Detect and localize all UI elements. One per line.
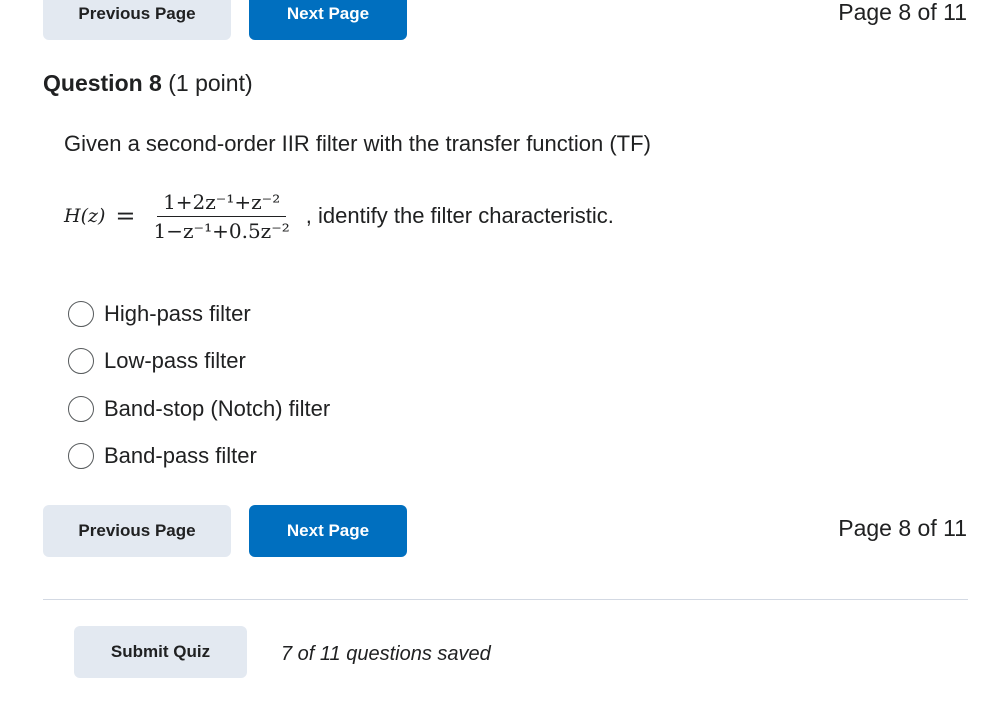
formula-fraction: 1+2z⁻¹+z⁻² 1−z⁻¹+0.5z⁻² (150, 190, 294, 243)
transfer-function-formula: H(z) = 1+2z⁻¹+z⁻² 1−z⁻¹+0.5z⁻² , identif… (64, 186, 614, 246)
option-label: Band-pass filter (104, 443, 257, 469)
radio-button[interactable] (68, 348, 94, 375)
radio-button[interactable] (68, 443, 94, 470)
formula-equals: = (115, 202, 136, 230)
question-title: Question 8 (1 point) (43, 70, 253, 97)
formula-numerator: 1+2z⁻¹+z⁻² (157, 190, 287, 217)
formula-lhs: H(z) (64, 205, 106, 227)
option-label: High-pass filter (104, 300, 251, 326)
next-page-button-top[interactable]: Next Page (249, 0, 407, 40)
formula-denominator: 1−z⁻¹+0.5z⁻² (153, 218, 290, 243)
previous-page-button-bottom[interactable]: Previous Page (43, 505, 231, 557)
option-low-pass[interactable]: Low-pass filter (68, 338, 330, 386)
page-indicator-bottom: Page 8 of 11 (838, 515, 967, 541)
page-indicator-top: Page 8 of 11 (838, 0, 967, 25)
option-label: Low-pass filter (104, 348, 246, 374)
next-page-button-bottom[interactable]: Next Page (249, 505, 407, 557)
question-points: (1 point) (168, 70, 253, 96)
question-text: Given a second-order IIR filter with the… (64, 131, 651, 156)
radio-button[interactable] (68, 300, 94, 327)
saved-status-text: 7 of 11 questions saved (281, 643, 491, 665)
answer-options: High-pass filter Low-pass filter Band-st… (68, 290, 330, 480)
formula-suffix: , identify the filter characteristic. (305, 203, 614, 228)
option-high-pass[interactable]: High-pass filter (68, 290, 330, 338)
divider (43, 599, 968, 600)
option-band-pass[interactable]: Band-pass filter (68, 433, 330, 481)
option-label: Band-stop (Notch) filter (104, 395, 331, 421)
option-band-stop[interactable]: Band-stop (Notch) filter (68, 385, 330, 433)
radio-button[interactable] (68, 395, 94, 422)
question-number: Question 8 (43, 70, 162, 96)
previous-page-button-top[interactable]: Previous Page (43, 0, 231, 40)
submit-quiz-button[interactable]: Submit Quiz (74, 626, 247, 678)
